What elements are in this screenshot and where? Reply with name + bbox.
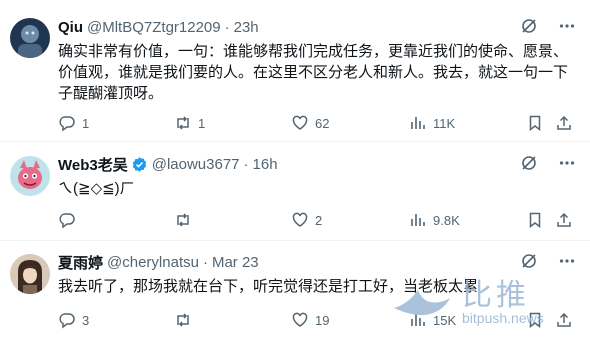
share-icon	[557, 115, 571, 130]
display-name[interactable]: Web3老吴	[58, 154, 128, 175]
more-icon[interactable]	[558, 154, 576, 172]
tweet-3[interactable]: 夏雨婷 @cherylnatsu · Mar 23 我去听了，那场我就在台下，听…	[0, 241, 590, 347]
action-bar: 2 9.8K	[58, 210, 580, 230]
tweet-text: 我去听了，那场我就在台下，听完觉得还是打工好，当老板太累	[58, 278, 479, 295]
separator-dot: ·	[224, 18, 230, 36]
views-button[interactable]: 9.8K	[409, 211, 460, 229]
share-icon	[557, 312, 571, 327]
like-button[interactable]: 2	[291, 211, 322, 229]
tweet-2[interactable]: Web3老吴 @laowu3677 · 16h ㄟ(≧◇≦)ㄏ 2 9.8K	[0, 142, 590, 241]
timestamp[interactable]: 23h	[234, 19, 259, 36]
like-count: 62	[315, 115, 330, 131]
separator-dot: ·	[243, 155, 249, 173]
timestamp[interactable]: Mar 23	[212, 254, 259, 271]
action-bar: 1 1 62 11K	[58, 113, 580, 133]
like-icon	[292, 115, 308, 130]
tweet-text: 确实非常有价值，一句：谁能够帮我们完成任务，更靠近我们的使命、愿景、价值观，谁就…	[58, 43, 569, 102]
share-icon	[557, 212, 571, 227]
views-count: 9.8K	[433, 212, 460, 228]
like-count: 19	[315, 312, 330, 328]
tweet-1[interactable]: Qiu @MltBQ7Ztgr12209 · 23h 确实非常有价值，一句：谁能…	[0, 0, 590, 142]
grok-icon[interactable]	[520, 252, 538, 270]
reply-button[interactable]: 3	[58, 311, 89, 329]
avatar[interactable]	[10, 18, 50, 58]
tweet-header: 夏雨婷 @cherylnatsu · Mar 23	[58, 252, 580, 272]
reply-count: 1	[82, 115, 90, 131]
user-handle[interactable]: @cherylnatsu	[107, 254, 199, 271]
action-bar: 3 19 15K	[58, 310, 580, 330]
repost-icon	[177, 313, 189, 327]
grok-icon[interactable]	[520, 17, 538, 35]
bookmark-button[interactable]	[526, 311, 544, 329]
grok-icon[interactable]	[520, 154, 538, 172]
repost-button[interactable]: 1	[174, 114, 205, 132]
repost-icon	[177, 213, 189, 227]
share-button[interactable]	[555, 114, 573, 132]
views-button[interactable]: 11K	[409, 114, 455, 132]
views-count: 15K	[433, 312, 457, 328]
reply-icon	[59, 116, 75, 132]
views-count: 11K	[433, 115, 456, 131]
timestamp[interactable]: 16h	[253, 156, 278, 173]
views-icon	[411, 117, 425, 129]
avatar[interactable]	[10, 254, 50, 294]
views-icon	[411, 314, 425, 326]
repost-count: 1	[198, 115, 206, 131]
tweet-text: ㄟ(≧◇≦)ㄏ	[58, 180, 135, 197]
repost-icon	[177, 116, 189, 130]
separator-dot: ·	[202, 253, 208, 271]
bookmark-button[interactable]	[526, 114, 544, 132]
user-handle[interactable]: @laowu3677	[152, 156, 240, 173]
more-icon[interactable]	[558, 17, 576, 35]
bookmark-icon	[529, 115, 541, 132]
tweet-header: Web3老吴 @laowu3677 · 16h	[58, 154, 580, 174]
reply-button[interactable]	[58, 211, 82, 229]
reply-icon	[59, 213, 75, 229]
display-name[interactable]: 夏雨婷	[58, 252, 103, 273]
reply-button[interactable]: 1	[58, 114, 89, 132]
like-icon	[292, 312, 308, 327]
repost-button[interactable]	[174, 211, 198, 229]
views-button[interactable]: 15K	[409, 311, 456, 329]
display-name[interactable]: Qiu	[58, 19, 83, 36]
verified-badge-icon	[132, 156, 146, 172]
more-icon[interactable]	[558, 252, 576, 270]
bookmark-icon	[529, 312, 541, 329]
avatar[interactable]	[10, 156, 50, 196]
like-count: 2	[315, 212, 323, 228]
user-handle[interactable]: @MltBQ7Ztgr12209	[87, 19, 221, 36]
reply-icon	[59, 313, 75, 329]
reply-count: 3	[82, 312, 90, 328]
share-button[interactable]	[555, 211, 573, 229]
tweet-header: Qiu @MltBQ7Ztgr12209 · 23h	[58, 17, 580, 37]
views-icon	[411, 214, 425, 226]
bookmark-icon	[529, 212, 541, 229]
repost-button[interactable]	[174, 311, 198, 329]
like-icon	[292, 212, 308, 227]
share-button[interactable]	[555, 311, 573, 329]
like-button[interactable]: 62	[291, 114, 329, 132]
bookmark-button[interactable]	[526, 211, 544, 229]
like-button[interactable]: 19	[291, 311, 329, 329]
